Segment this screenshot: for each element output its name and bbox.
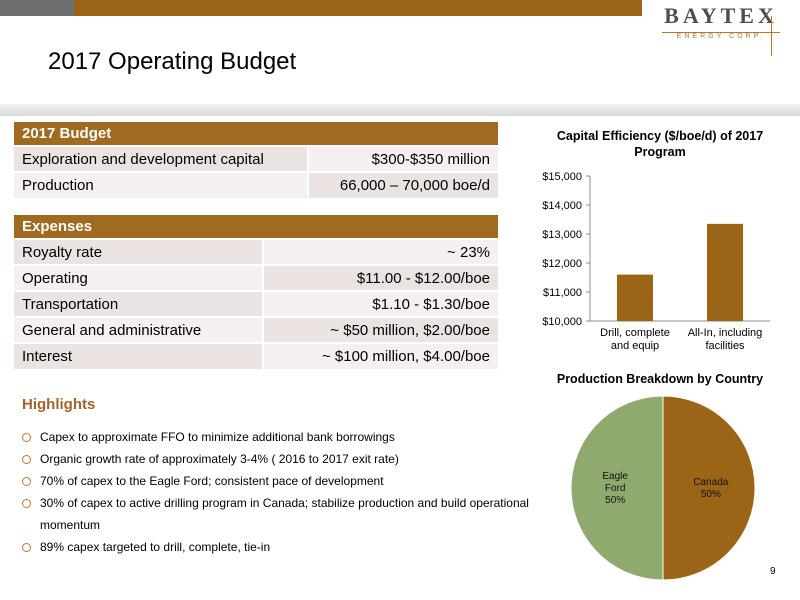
bar	[707, 223, 743, 321]
bar	[617, 274, 653, 321]
y-tick-label: $10,000	[542, 316, 582, 328]
y-tick-label: $15,000	[542, 171, 582, 183]
charts-canvas: $10,000 $11,000 $12,000 $13,000 $14,000 $15,0…	[542, 171, 770, 581]
y-tick-label: $12,000	[542, 258, 582, 270]
pie-slice	[662, 395, 756, 581]
y-tick-label: $13,000	[542, 229, 582, 241]
x-tick-label: All-In, including facilities	[688, 327, 763, 352]
x-tick-label: Drill, complete and equip	[600, 327, 670, 352]
y-tick-label: $14,000	[542, 200, 582, 212]
page-number: 9	[770, 566, 776, 577]
pie-slice-label: Eagle Ford 50%	[602, 471, 628, 506]
y-tick-label: $11,000	[543, 287, 582, 299]
